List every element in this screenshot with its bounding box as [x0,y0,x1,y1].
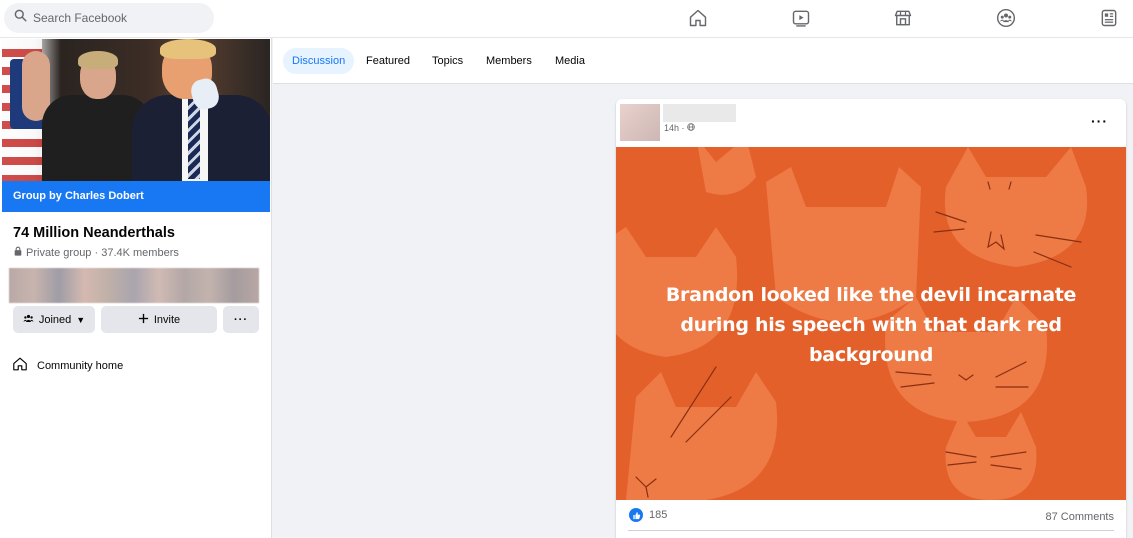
group-title[interactable]: 74 Million Neanderthals [13,225,175,241]
tab-discussion[interactable]: Discussion [283,48,355,74]
search-input[interactable]: Search Facebook [4,3,214,33]
post-options-button[interactable]: ··· [1091,113,1108,129]
search-placeholder: Search Facebook [33,11,128,25]
groups-icon[interactable] [995,7,1017,29]
feeds-icon[interactable] [1098,7,1120,29]
top-navigation-bar: Search Facebook [0,0,1133,38]
group-owner-banner[interactable]: Group by Charles Dobert [2,181,270,212]
group-cover-photo[interactable] [2,39,270,181]
group-meta: Private group · 37.4K members [13,246,179,259]
tab-topics[interactable]: Topics [423,48,472,74]
joined-label: Joined [38,313,72,326]
invite-label: Invite [153,313,181,326]
post-divider [628,530,1114,531]
reactions-summary[interactable]: 185 [629,508,667,522]
community-home-label: Community home [37,359,124,372]
like-reaction-icon [629,508,643,522]
watch-icon[interactable] [790,7,812,29]
member-avatars-strip[interactable] [9,268,259,303]
group-sidebar: Group by Charles Dobert 74 Million Neand… [0,38,272,538]
more-options-button[interactable]: ··· [223,306,259,333]
home-outline-icon [12,356,37,375]
post-card: 14h · ··· Brandon looked like the devil … [616,99,1126,538]
author-avatar[interactable] [620,104,660,141]
joined-button[interactable]: Joined ▼ [13,306,95,333]
post-background-cats: Brandon looked like the devil incarnate … [616,147,1126,500]
marketplace-icon[interactable] [892,7,914,29]
tab-featured[interactable]: Featured [357,48,419,74]
post-time-text: 14h · [664,123,685,133]
home-icon[interactable] [687,7,709,29]
tab-media[interactable]: Media [546,48,594,74]
group-member-count[interactable]: 37.4K members [101,247,179,259]
community-home-link[interactable]: Community home [12,356,123,375]
invite-button[interactable]: Invite [101,306,217,333]
author-name-redacted[interactable] [663,104,736,122]
plus-icon [138,313,154,327]
search-icon [14,9,27,27]
group-privacy: Private group [26,246,92,259]
caret-down-icon: ▼ [76,314,86,325]
reactions-count: 185 [649,509,668,521]
comments-count-link[interactable]: 87 Comments [1046,511,1114,523]
group-tabs-bar: Discussion Featured Topics Members Media [273,38,1133,84]
tab-members[interactable]: Members [477,48,541,74]
globe-icon [685,123,695,133]
post-text: Brandon looked like the devil incarnate … [665,284,1077,366]
group-people-icon [23,313,39,327]
lock-icon [13,246,26,259]
post-timestamp[interactable]: 14h · [664,123,695,133]
